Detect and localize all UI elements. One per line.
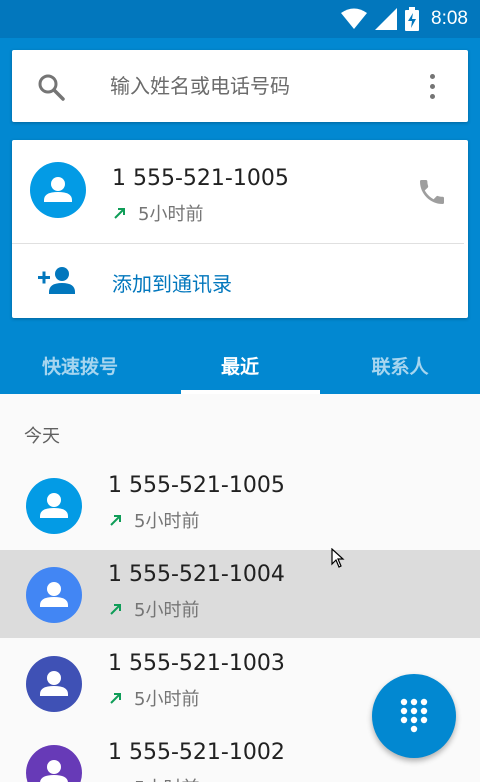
call-number: 1 555-521-1004	[108, 562, 285, 587]
list-item[interactable]: 1 555-521-1004 5小时前	[0, 550, 480, 638]
outgoing-call-arrow-icon	[114, 208, 125, 219]
mouse-cursor-icon	[331, 548, 345, 568]
more-options-icon[interactable]	[416, 70, 448, 102]
call-number: 1 555-521-1005	[108, 473, 285, 498]
add-to-contacts-label: 添加到通讯录	[112, 272, 232, 296]
call-meta: 5小时前	[108, 685, 199, 711]
avatar	[30, 162, 86, 218]
avatar	[26, 567, 82, 623]
dialpad-button[interactable]	[372, 674, 456, 758]
section-header-today: 今天	[24, 426, 60, 447]
tab-speed-dial[interactable]: 快速拨号	[0, 336, 160, 394]
tab-bar: 快速拨号 最近 联系人	[0, 336, 480, 394]
phone-icon[interactable]	[416, 176, 448, 208]
dialpad-icon	[400, 698, 428, 733]
battery-charging-icon	[405, 7, 420, 31]
status-icons: 8:08	[341, 6, 468, 32]
status-time: 8:08	[431, 8, 468, 29]
list-item[interactable]: 1 555-521-1005 5小时前	[0, 461, 480, 549]
status-bar: 8:08	[0, 0, 480, 38]
call-number: 1 555-521-1003	[108, 651, 285, 676]
outgoing-call-arrow-icon	[110, 604, 121, 615]
search-bar[interactable]	[12, 50, 468, 122]
header: 1 555-521-1005 5小时前 添加到通讯录 快速拨号 最近 联系人	[0, 38, 480, 394]
recent-call-card[interactable]: 1 555-521-1005 5小时前 添加到通讯录	[12, 140, 468, 318]
outgoing-call-arrow-icon	[110, 515, 121, 526]
add-person-icon	[38, 267, 75, 294]
call-meta: 5小时前	[108, 774, 199, 782]
tab-contacts[interactable]: 联系人	[320, 336, 480, 394]
avatar	[26, 745, 82, 782]
recent-call-meta: 5小时前	[112, 200, 203, 226]
search-icon[interactable]	[36, 72, 66, 102]
recent-call-number: 1 555-521-1005	[112, 166, 289, 191]
call-number: 1 555-521-1002	[108, 740, 285, 765]
recent-call-time: 5小时前	[138, 204, 204, 225]
avatar	[26, 656, 82, 712]
avatar	[26, 478, 82, 534]
tab-recent[interactable]: 最近	[160, 336, 320, 394]
add-to-contacts-button[interactable]: 添加到通讯录	[12, 244, 468, 318]
search-input[interactable]	[110, 68, 410, 104]
call-meta: 5小时前	[108, 596, 199, 622]
call-time: 5小时前	[134, 774, 199, 782]
wifi-icon	[341, 8, 368, 29]
call-time: 5小时前	[134, 511, 200, 532]
call-time: 5小时前	[134, 600, 200, 621]
outgoing-call-arrow-icon	[110, 693, 121, 704]
signal-icon	[375, 8, 398, 30]
call-meta: 5小时前	[108, 507, 199, 533]
call-time: 5小时前	[134, 689, 200, 710]
